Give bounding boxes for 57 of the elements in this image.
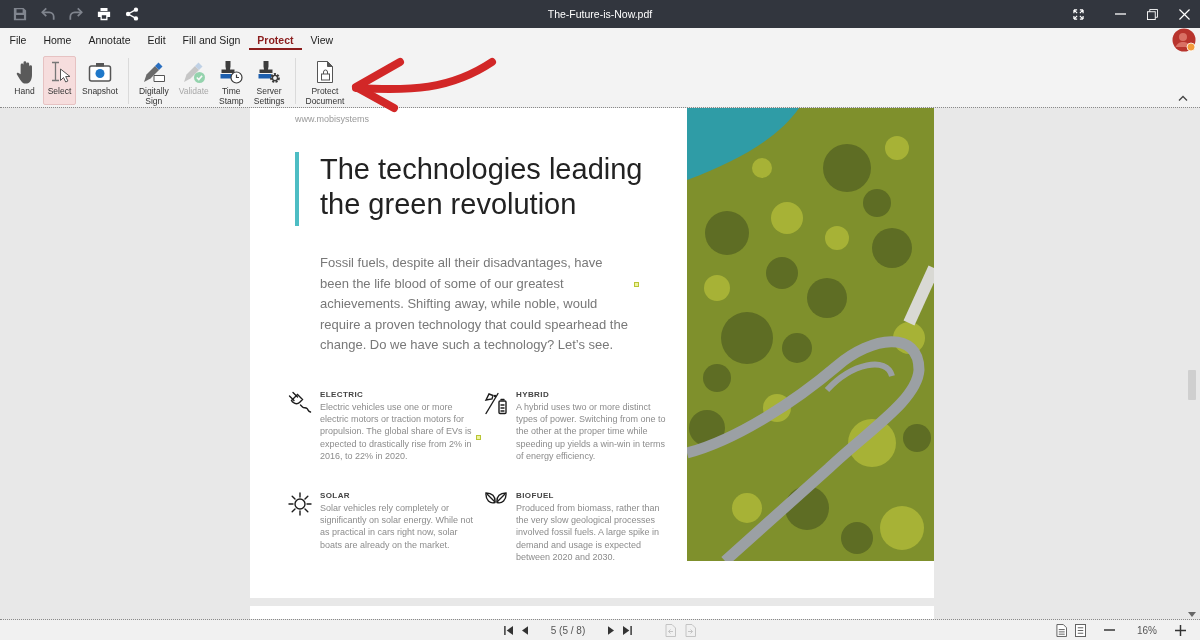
ribbon-tool-button[interactable]: Hand — [8, 56, 41, 105]
ribbon-tool-button[interactable]: Protect Document — [301, 56, 349, 105]
menu-tab[interactable]: Annotate — [79, 32, 139, 50]
restore-icon[interactable] — [1146, 8, 1158, 20]
feature-text: Electric vehicles use one or more electric motors or traction motors for propulsion. The global share of EVs is expected to drastically rise from 2% in 2016, to 22% in 2020. — [320, 400, 473, 463]
ribbon-tool-button[interactable]: Snapshot — [78, 56, 122, 105]
feature-title: ELECTRIC — [320, 388, 365, 401]
ribbon-tool-button[interactable]: Time Stamp — [214, 56, 248, 105]
menu-tab[interactable]: Home — [34, 32, 80, 50]
chevron-up-icon[interactable] — [1178, 95, 1188, 101]
menu-tab[interactable]: Protect — [248, 32, 303, 50]
header-text: www.mobisystems — [295, 114, 369, 125]
stamp-gear-icon — [257, 60, 282, 84]
feature-text: Solar vehicles rely completely or significantly on solar energy. While not as practical in cars right now, solar boats are already on the market. — [320, 501, 473, 552]
previous-page-icon[interactable] — [521, 624, 528, 636]
marker-icon — [476, 435, 481, 440]
page-indicator: 5 (5 / 8) — [550, 624, 586, 636]
intro-paragraph: Fossil fuels, despite all their disadvantages, have been the life blood of some of our greatest achievements. Shifting away, while noble, would require a proven technology that could spearhead the change. Do we have such a technology? Let’s see. — [320, 254, 629, 354]
minimize-icon[interactable] — [1114, 13, 1126, 15]
hand-icon — [15, 60, 34, 84]
window-title: The-Future-is-Now.pdf — [547, 8, 653, 20]
fuel-battery-icon — [484, 390, 508, 415]
user-avatar-icon[interactable] — [1172, 28, 1196, 52]
feature-title: SOLAR — [320, 489, 351, 502]
single-page-view-icon[interactable] — [1056, 623, 1067, 637]
menu-tab[interactable]: Edit — [139, 32, 175, 50]
sun-icon — [288, 491, 312, 516]
pen-signature-icon — [141, 60, 166, 84]
share-icon[interactable] — [125, 7, 139, 21]
fullscreen-icon[interactable] — [1072, 8, 1084, 20]
feature-text: A hybrid uses two or more distinct types of power. Switching from one to the other at the proper time while speeding up yields a win-win in terms of energy efficiency. — [516, 400, 667, 463]
zoom-in-icon[interactable] — [1175, 624, 1186, 636]
ribbon-tool-button[interactable]: Server Settings — [249, 56, 289, 105]
close-icon[interactable] — [1178, 8, 1190, 20]
print-icon[interactable] — [97, 7, 111, 21]
feature-text: Produced from biomass, rather than the very slow geological processes involved fossil fuels. A large spike in demand and usage is expected between 2020 and 2030. — [516, 501, 661, 564]
menu-tab[interactable]: View — [302, 32, 342, 50]
leaves-icon — [485, 491, 507, 504]
stamp-clock-icon — [219, 60, 244, 84]
ribbon-tool-button[interactable]: Select — [43, 56, 76, 105]
plug-icon — [288, 390, 312, 415]
continuous-view-icon[interactable] — [1075, 623, 1086, 637]
first-page-icon[interactable] — [503, 624, 513, 636]
menu-tab[interactable]: Fill and Sign — [174, 32, 249, 50]
feature-title: BIOFUEL — [516, 489, 555, 502]
page-heading: The technologies leading the green revolution — [320, 152, 644, 222]
pen-check-icon — [181, 60, 206, 84]
ribbon-tool-button[interactable]: Digitally Sign — [134, 56, 173, 105]
scrollbar-thumb[interactable] — [1188, 370, 1196, 400]
zoom-level: 16% — [1137, 624, 1157, 636]
menu-tab[interactable]: File — [1, 32, 35, 50]
last-page-icon[interactable] — [623, 624, 633, 636]
camera-icon — [87, 60, 112, 84]
marker-icon — [634, 282, 639, 287]
scroll-down-icon[interactable] — [1188, 612, 1196, 617]
next-page-icon[interactable] — [608, 624, 615, 636]
feature-title: HYBRID — [516, 388, 551, 401]
